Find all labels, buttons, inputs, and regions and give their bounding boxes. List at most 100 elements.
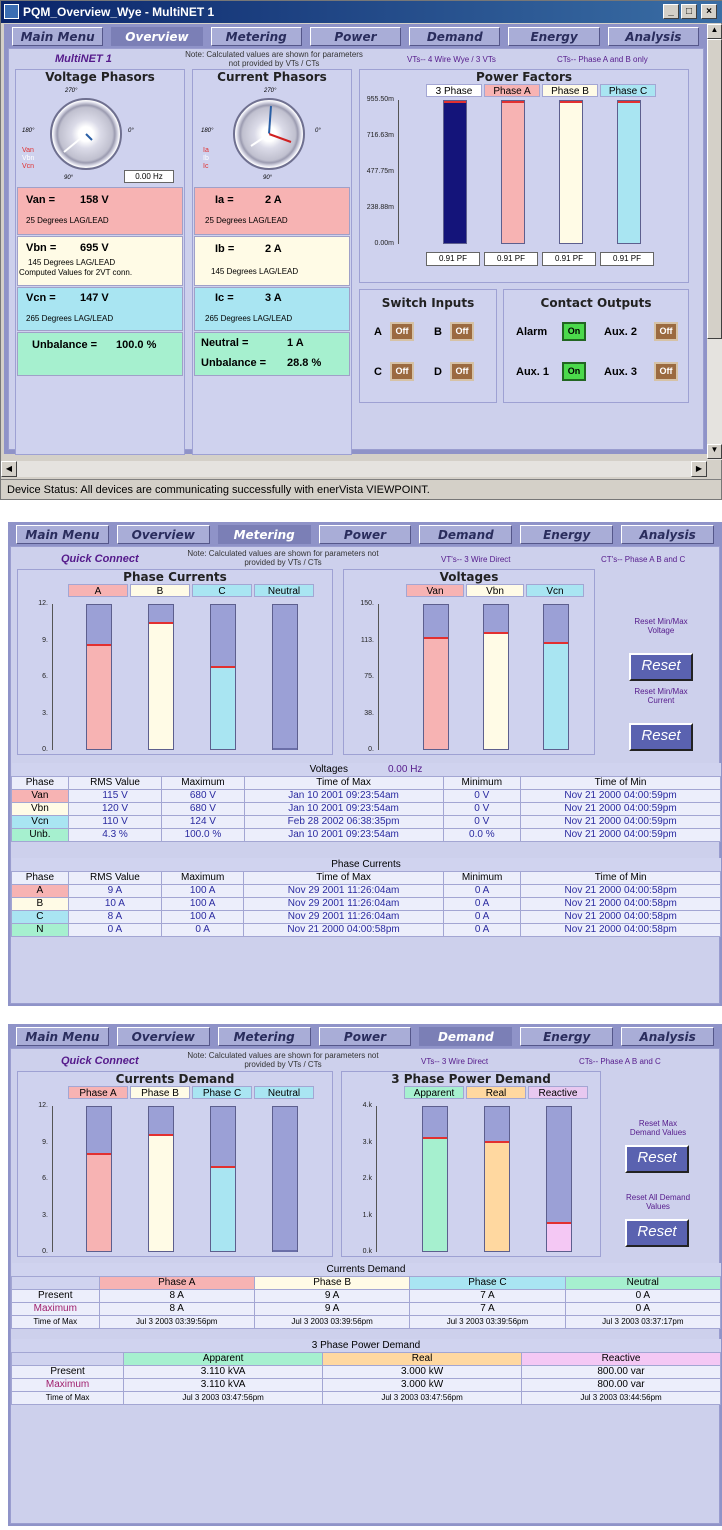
maximize-button[interactable]: □ — [681, 4, 697, 19]
reset-current-label: Reset Min/Max Current — [634, 687, 688, 705]
table-cell: 0 V — [442, 814, 522, 829]
table-cell: 8 A — [67, 909, 163, 924]
switch-d-state[interactable]: Off — [450, 362, 474, 381]
nav-demand[interactable]: Demand — [419, 1027, 513, 1046]
bar-slot — [272, 604, 298, 750]
van-panel: Van = 158 V 25 Degrees LAG/LEAD — [17, 187, 183, 235]
nav-analysis[interactable]: Analysis — [621, 525, 715, 544]
nav-metering[interactable]: Metering — [217, 1027, 311, 1046]
table-cell: 0 A — [564, 1288, 722, 1303]
table-row: A9 A 100 A Nov 29 2001 11:26:04am 0 A Nov 21… — [11, 883, 721, 898]
max-marker — [87, 644, 111, 646]
table-cell: 10 A — [67, 896, 163, 911]
deg-180-current: 180° — [201, 128, 214, 134]
v-unbalance-value: 100.0 % — [116, 339, 157, 351]
close-button[interactable]: × — [701, 4, 717, 19]
axis-tick-label: 2.k — [362, 1175, 372, 1182]
scroll-thumb[interactable] — [707, 39, 722, 339]
nav-main-menu[interactable]: Main Menu — [16, 1027, 109, 1046]
bar-slot — [617, 100, 641, 244]
power-factors-chart: 955.50m 716.63m 477.75m 238.88m 0.00m 3 Phase… — [360, 84, 690, 284]
demand-note: Note: Calculated values are shown for pa… — [187, 1051, 379, 1069]
switch-c-state[interactable]: Off — [390, 362, 414, 381]
bar-fill — [149, 1134, 173, 1251]
switch-b-state[interactable]: Off — [450, 322, 474, 341]
axis-tick-label: 955.50m — [366, 96, 394, 103]
bar-fill — [87, 644, 111, 749]
ic-value: 3 A — [265, 292, 282, 304]
column-header: Van — [406, 584, 464, 597]
demand-content: Quick Connect Note: Calculated values ar… — [10, 1048, 722, 1524]
aux2-state[interactable]: Off — [654, 322, 678, 341]
switch-a-state[interactable]: Off — [390, 322, 414, 341]
reset-all-button[interactable]: Reset — [625, 1219, 689, 1247]
axis-tick-label: 4.k — [362, 1102, 372, 1109]
table-cell: 100.0 % — [161, 827, 245, 842]
nav-demand[interactable]: Demand — [419, 525, 513, 544]
nav-metering[interactable]: Metering — [217, 525, 311, 544]
scroll-left-icon[interactable]: ◀ — [1, 461, 17, 477]
nav-main-menu[interactable]: Main Menu — [16, 525, 109, 544]
ib-value: 2 A — [265, 243, 282, 255]
minimize-button[interactable]: _ — [663, 4, 679, 19]
nav-energy[interactable]: Energy — [520, 1027, 614, 1046]
nav-power[interactable]: Power — [318, 525, 412, 544]
scroll-up-icon[interactable]: ▲ — [707, 24, 722, 39]
i-neutral-panel: Neutral = 1 A Unbalance = 28.8 % — [194, 332, 350, 376]
scroll-right-icon[interactable]: ▶ — [691, 461, 707, 477]
nav-analysis[interactable]: Analysis — [621, 1027, 715, 1046]
status-bar: Device Status: All devices are communica… — [1, 479, 721, 499]
table-cell: A — [11, 883, 69, 898]
switch-inputs-box: Switch Inputs A Off B Off C Off D Off — [359, 289, 497, 403]
voltages-table-title: Voltages — [309, 763, 348, 775]
alarm-state[interactable]: On — [562, 322, 586, 341]
table-cell: Time of Max — [11, 1314, 100, 1329]
reset-voltage-button[interactable]: Reset — [629, 653, 693, 681]
aux3-state[interactable]: Off — [654, 362, 678, 381]
nav-energy[interactable]: Energy — [520, 525, 614, 544]
table-row: Time of Max Jul 3 2003 03:39:56pm Jul 3 20… — [11, 1314, 722, 1329]
overview-content: MultiNET 1 Note: Calculated values are s… — [8, 48, 704, 455]
nav-energy[interactable]: Energy — [508, 27, 600, 46]
column-header: Phase B — [542, 84, 598, 97]
nav-overview[interactable]: Overview — [116, 525, 210, 544]
table-header-cell: Phase A — [98, 1275, 255, 1290]
phase-currents-chart-title: Phase Currents — [123, 570, 227, 584]
table-header-cell: Time of Min — [520, 775, 721, 790]
scroll-down-icon[interactable]: ▼ — [707, 444, 722, 459]
reset-all-label: Reset All Demand Values — [625, 1193, 691, 1211]
bar-slot — [546, 1106, 572, 1252]
table-cell: Nov 29 2001 11:26:04am — [243, 883, 444, 898]
vertical-scrollbar[interactable]: ▲ ▼ — [707, 24, 722, 460]
reset-current-button[interactable]: Reset — [629, 723, 693, 751]
phase-currents-table-wrap: Phase Currents Phase RMS Value Maximum Time… — [11, 858, 721, 937]
nav-metering[interactable]: Metering — [210, 27, 302, 46]
table-header-cell: Time of Max — [243, 870, 444, 885]
bar-slot — [86, 604, 112, 750]
power-demand-chart: 4.k 3.k 2.k 1.k 0.k Apparent Real Reactive — [342, 1086, 602, 1258]
table-cell: Jan 10 2001 09:23:54am — [243, 801, 444, 816]
nav-demand[interactable]: Demand — [409, 27, 501, 46]
column-header: Phase A — [484, 84, 540, 97]
nav-power[interactable]: Power — [318, 1027, 412, 1046]
table-cell: Nov 21 2000 04:00:59pm — [520, 814, 721, 829]
table-cell: Jul 3 2003 03:39:56pm — [409, 1314, 566, 1329]
nav-overview[interactable]: Overview — [111, 27, 203, 46]
bar-slot — [422, 1106, 448, 1252]
max-marker — [87, 1153, 111, 1155]
reset-max-button[interactable]: Reset — [625, 1145, 689, 1173]
v-unbalance-label: Unbalance = — [32, 339, 98, 351]
table-header-cell: Phase — [11, 870, 69, 885]
nav-overview[interactable]: Overview — [116, 1027, 210, 1046]
table-cell: 9 A — [253, 1301, 411, 1316]
ia-value: 2 A — [265, 194, 282, 206]
title-bar[interactable]: PQM_Overview_Wye - MultiNET 1 _ □ × — [1, 1, 722, 23]
nav-power[interactable]: Power — [309, 27, 402, 46]
aux1-state[interactable]: On — [562, 362, 586, 381]
nav-analysis[interactable]: Analysis — [607, 27, 699, 46]
nav-main-menu[interactable]: Main Menu — [12, 27, 104, 46]
deg-90-current: 90° — [263, 175, 273, 181]
horizontal-scrollbar[interactable]: ◀ ▶ — [1, 461, 707, 477]
nav-bar-demand: Main Menu Overview Metering Power Demand… — [8, 1024, 722, 1048]
vcn-panel: Vcn = 147 V 265 Degrees LAG/LEAD — [17, 287, 183, 331]
